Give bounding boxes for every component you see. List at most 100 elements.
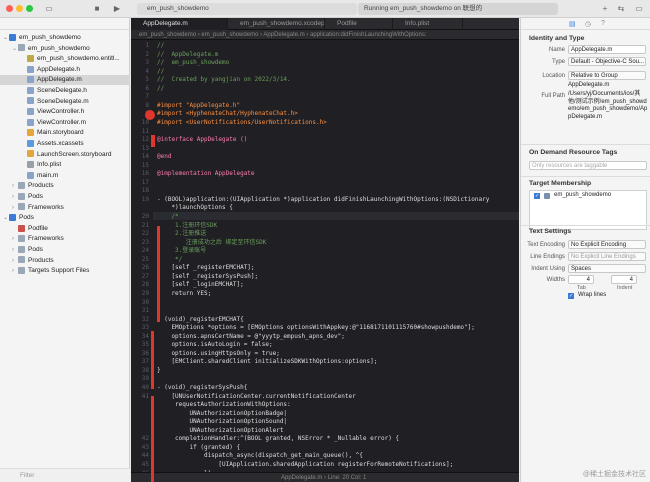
nav-item[interactable]: main.m <box>0 171 130 181</box>
run-icon[interactable]: ▶ <box>112 4 122 14</box>
line-number: 31 <box>141 307 149 315</box>
nav-item[interactable]: SceneDelegate.m <box>0 97 130 107</box>
storyboard-icon <box>27 150 34 158</box>
editor-tab[interactable]: Info.plist <box>393 18 463 30</box>
nav-item-label: Main.storyboard <box>37 129 84 137</box>
line-number: 1 <box>145 42 149 49</box>
wrap-lines-label: Wrap lines <box>578 292 607 298</box>
nav-item-label: Frameworks <box>28 235 64 243</box>
file-inspector: ▤ ◷ ? Identity and Type Name AppDelegate… <box>520 18 650 482</box>
nav-item[interactable]: LaunchScreen.storyboard <box>0 150 130 160</box>
type-select[interactable]: Default - Objective-C Sou... <box>568 57 646 66</box>
header-file-icon <box>27 65 34 73</box>
line-number: 29 <box>141 289 149 297</box>
nav-item[interactable]: › Products <box>0 181 130 191</box>
nav-item[interactable]: ⌄ em_push_showdemo <box>0 33 130 43</box>
navigator-filter-field[interactable]: Filter <box>0 468 130 482</box>
nav-item[interactable]: AppDelegate.m <box>0 75 130 86</box>
jump-bar[interactable]: em_push_showdemo › em_push_showdemo › Ap… <box>131 30 519 40</box>
type-value: Default - Objective-C Sou... <box>571 59 645 65</box>
target-name: em_push_showdemo <box>554 192 612 198</box>
nav-item[interactable]: › Pods <box>0 192 130 202</box>
nav-item-label: Products <box>28 256 54 264</box>
nav-item[interactable]: AppDelegate.h <box>0 65 130 75</box>
nav-item[interactable]: ⌄ Pods <box>0 213 130 223</box>
header-file-icon <box>27 86 34 94</box>
folder-icon <box>18 44 25 52</box>
nav-item[interactable]: SceneDelegate.h <box>0 86 130 96</box>
folder-icon <box>18 203 25 211</box>
code-line: [EMClient.sharedClient initializeSDKWith… <box>157 358 378 366</box>
target-checkbox[interactable]: ✓ <box>534 193 540 199</box>
nav-item[interactable]: › Targets Support Files <box>0 266 130 276</box>
tab-width-field[interactable]: 4 <box>568 275 594 284</box>
line-number: 43 <box>141 443 149 451</box>
nav-item[interactable]: › Frameworks <box>0 234 130 244</box>
stop-icon[interactable]: ■ <box>92 4 102 14</box>
file-inspector-icon[interactable]: ▤ <box>569 20 576 28</box>
assets-icon <box>27 139 34 147</box>
code-line: 3.登录账号 <box>157 247 207 255</box>
nav-item-label: em_push_showdemo <box>19 34 81 41</box>
nav-item[interactable]: Main.storyboard <box>0 128 130 138</box>
nav-item[interactable]: Assets.xcassets <box>0 139 130 149</box>
odr-tags-field[interactable]: Only resources are taggable <box>529 161 647 170</box>
nav-item-label: Podfile <box>28 224 48 232</box>
history-inspector-icon[interactable]: ◷ <box>585 20 591 28</box>
nav-item-label: Targets Support Files <box>28 267 90 275</box>
zoom-window-button[interactable] <box>26 5 33 12</box>
code-line: [UIApplication.sharedApplication registe… <box>157 460 454 468</box>
close-window-button[interactable] <box>6 5 13 12</box>
nav-item[interactable]: › Pods <box>0 245 130 255</box>
code-line: options.isAutoLogin = false; <box>157 341 273 349</box>
code-line: [self _registerSysPush]; <box>157 272 259 280</box>
code-area[interactable]: //// AppDelegate.m// em_push_showdemo///… <box>157 40 517 472</box>
encoding-select[interactable]: No Explicit Encoding <box>568 240 646 249</box>
project-navigator: ⌄ em_push_showdemo ⌄ em_push_showdemo em_pus… <box>0 18 130 482</box>
code-line: /* <box>157 213 179 220</box>
line-endings-select[interactable]: No Explicit Line Endings <box>568 252 646 261</box>
code-line: 1.注册环信SDK <box>157 221 218 229</box>
line-number: 4 <box>145 67 149 75</box>
navigator-toggle-icon[interactable]: ▭ <box>44 4 54 14</box>
annotation-marker <box>157 226 160 322</box>
inspector-tab-bar: ▤ ◷ ? <box>521 18 650 30</box>
line-number: 24 <box>141 247 149 255</box>
wrap-lines-checkbox[interactable]: ✓ <box>568 293 574 299</box>
code-line: - (BOOL)application:(UIApplication *)app… <box>157 195 490 203</box>
minimize-window-button[interactable] <box>16 5 23 12</box>
nav-item[interactable]: › Products <box>0 256 130 266</box>
type-label: Type <box>551 59 565 65</box>
editor-tab[interactable]: em_push_showdemo.xcodeproj <box>228 18 325 30</box>
nav-item-label: AppDelegate.h <box>37 65 81 73</box>
nav-item-label: LaunchScreen.storyboard <box>37 150 112 158</box>
line-number: 35 <box>141 341 149 349</box>
indent-using-label: Indent Using <box>531 266 565 272</box>
name-field[interactable]: AppDelegate.m <box>568 45 646 54</box>
nav-item[interactable]: › Frameworks <box>0 203 130 213</box>
source-file-icon <box>27 171 34 179</box>
line-number: 8 <box>145 101 149 109</box>
code-line: 2.注册推送 <box>157 230 207 238</box>
nav-item-label: Frameworks <box>28 203 64 211</box>
nav-item[interactable]: ViewController.m <box>0 118 130 128</box>
nav-item[interactable]: Podfile <box>0 224 130 234</box>
code-line: [self _loginEMCHAT]; <box>157 281 244 289</box>
location-select[interactable]: Relative to Group <box>568 71 646 80</box>
code-review-icon[interactable]: ⇆ <box>616 4 626 14</box>
indent-width-field[interactable]: 4 <box>611 275 637 284</box>
inspector-toggle-icon[interactable]: ▭ <box>634 4 644 14</box>
line-endings-label: Line Endings <box>530 254 565 260</box>
nav-item[interactable]: em_push_showdemo.entitl... <box>0 54 130 64</box>
editor-tab[interactable]: Podfile <box>325 18 393 30</box>
code-line: [self _registerEMCHAT]; <box>157 264 255 272</box>
help-inspector-icon[interactable]: ? <box>601 20 605 27</box>
scheme-selector[interactable]: em_push_showdemo <box>137 3 357 15</box>
indent-using-select[interactable]: Spaces <box>568 264 646 273</box>
editor-tab[interactable]: AppDelegate.m <box>131 18 228 30</box>
nav-item[interactable]: ViewController.h <box>0 107 130 117</box>
nav-item[interactable]: Info.plist <box>0 160 130 170</box>
nav-item[interactable]: ⌄ em_push_showdemo <box>0 44 130 54</box>
folder-icon <box>18 266 25 274</box>
library-icon[interactable]: + <box>600 4 610 14</box>
